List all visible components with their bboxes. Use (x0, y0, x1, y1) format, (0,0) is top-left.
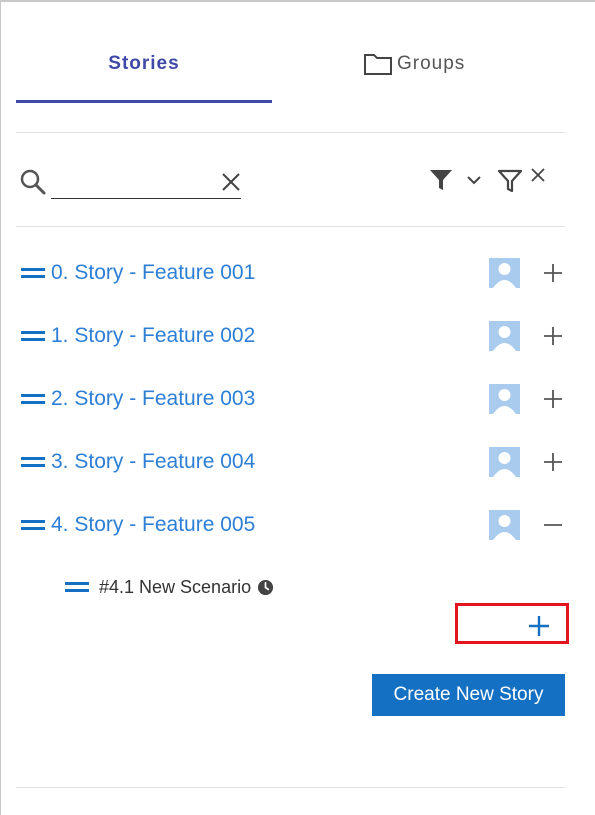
drag-handle-icon[interactable] (21, 455, 45, 469)
drag-handle-icon[interactable] (21, 518, 45, 532)
story-row[interactable]: 2. Story - Feature 003 (21, 379, 565, 419)
tab-stories-label: Stories (108, 53, 180, 74)
add-scenario-button[interactable] (455, 603, 569, 644)
story-title[interactable]: 3. Story - Feature 004 (51, 450, 255, 474)
user-avatar-icon[interactable] (489, 447, 520, 477)
close-icon[interactable] (219, 170, 243, 194)
search-icon (20, 169, 46, 195)
drag-handle-icon[interactable] (21, 329, 45, 343)
filter-clear-icon[interactable] (529, 166, 547, 184)
create-new-story-button[interactable]: Create New Story (372, 674, 565, 716)
folder-icon (364, 54, 392, 75)
chevron-down-icon[interactable] (466, 174, 482, 188)
user-avatar-icon[interactable] (489, 321, 520, 351)
filter-icon[interactable] (429, 168, 453, 192)
active-tab-indicator (16, 100, 272, 103)
divider (16, 787, 565, 788)
drag-handle-icon[interactable] (65, 580, 89, 594)
stories-panel: Stories Groups 0. Story - Feature 001 1.… (0, 0, 595, 815)
tab-stories[interactable]: Stories (16, 42, 272, 86)
divider (16, 226, 565, 227)
story-row[interactable]: 0. Story - Feature 001 (21, 253, 565, 293)
drag-handle-icon[interactable] (21, 266, 45, 280)
tab-groups[interactable]: Groups (363, 42, 465, 86)
minus-icon[interactable] (541, 513, 565, 537)
plus-icon[interactable] (541, 324, 565, 348)
filter-outline-icon[interactable] (497, 168, 523, 194)
user-avatar-icon[interactable] (489, 258, 520, 288)
story-title[interactable]: 4. Story - Feature 005 (51, 513, 255, 537)
plus-icon (529, 616, 549, 636)
plus-icon[interactable] (541, 387, 565, 411)
plus-icon[interactable] (541, 450, 565, 474)
clock-icon (258, 579, 274, 595)
story-title[interactable]: 0. Story - Feature 001 (51, 261, 255, 285)
story-title[interactable]: 1. Story - Feature 002 (51, 324, 255, 348)
scenario-row[interactable]: #4.1 New Scenario (65, 574, 274, 600)
story-row[interactable]: 3. Story - Feature 004 (21, 442, 565, 482)
user-avatar-icon[interactable] (489, 384, 520, 414)
plus-icon[interactable] (541, 261, 565, 285)
scenario-title[interactable]: #4.1 New Scenario (99, 577, 251, 598)
story-title[interactable]: 2. Story - Feature 003 (51, 387, 255, 411)
search-input[interactable] (51, 165, 241, 199)
divider (16, 132, 565, 133)
story-row[interactable]: 4. Story - Feature 005 (21, 505, 565, 545)
story-row[interactable]: 1. Story - Feature 002 (21, 316, 565, 356)
user-avatar-icon[interactable] (489, 510, 520, 540)
drag-handle-icon[interactable] (21, 392, 45, 406)
tab-groups-label: Groups (397, 53, 466, 74)
